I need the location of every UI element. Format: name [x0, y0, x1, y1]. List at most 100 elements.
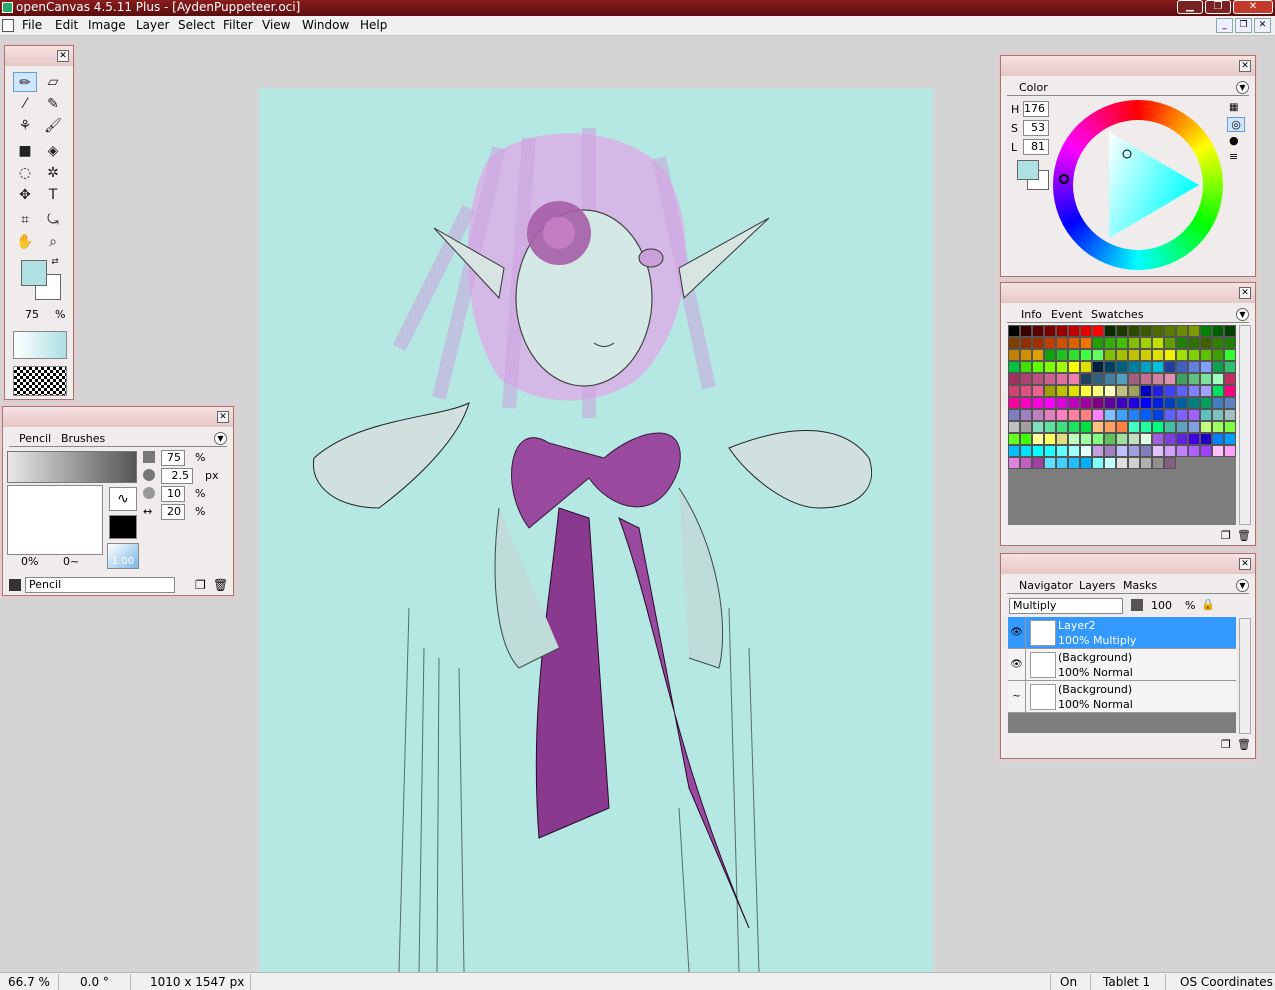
color-swatch[interactable]	[1008, 361, 1020, 373]
color-swatch[interactable]	[1224, 361, 1236, 373]
color-swatch[interactable]	[1044, 349, 1056, 361]
gradient-selector[interactable]	[13, 331, 67, 359]
color-swatch[interactable]	[1032, 373, 1044, 385]
color-swatch[interactable]	[1128, 445, 1140, 457]
menu-edit[interactable]: Edit	[55, 18, 78, 32]
color-panel-close-button[interactable]: ✕	[1239, 60, 1251, 72]
color-swatch[interactable]	[1176, 421, 1188, 433]
color-swatch[interactable]	[1092, 385, 1104, 397]
color-swatch[interactable]	[1200, 421, 1212, 433]
move-tool-icon[interactable]: ✥	[13, 185, 37, 205]
color-swatch[interactable]	[1020, 349, 1032, 361]
color-swatch[interactable]	[1056, 457, 1068, 469]
color-swatch[interactable]	[1008, 457, 1020, 469]
brush-name-field[interactable]: Pencil	[25, 577, 175, 593]
color-swatch[interactable]	[1116, 337, 1128, 349]
new-swatch-icon[interactable]: ❐	[1221, 529, 1231, 542]
color-swatch[interactable]	[1068, 409, 1080, 421]
layers-scrollbar[interactable]	[1239, 618, 1251, 734]
ring-mode-icon[interactable]: ◎	[1227, 117, 1245, 132]
color-swatch[interactable]	[1020, 337, 1032, 349]
color-swatch[interactable]	[1068, 421, 1080, 433]
tab-pencil[interactable]: Pencil	[19, 432, 51, 445]
color-swatch[interactable]	[1128, 457, 1140, 469]
color-swatch[interactable]	[1200, 409, 1212, 421]
color-swatch[interactable]	[1080, 445, 1092, 457]
color-swatch[interactable]	[1092, 457, 1104, 469]
color-swatch[interactable]	[1032, 361, 1044, 373]
color-swatch[interactable]	[1020, 361, 1032, 373]
color-swatch[interactable]	[1056, 361, 1068, 373]
lock-icon[interactable]: 🔒	[1201, 598, 1215, 611]
color-swatch[interactable]	[1140, 373, 1152, 385]
color-swatch[interactable]	[1032, 325, 1044, 337]
color-swatch[interactable]	[1128, 337, 1140, 349]
color-swatch[interactable]	[1128, 421, 1140, 433]
color-swatch[interactable]	[1200, 349, 1212, 361]
color-swatch[interactable]	[1152, 445, 1164, 457]
layer-opacity-value[interactable]: 100	[1151, 599, 1172, 612]
color-swatch[interactable]	[1164, 385, 1176, 397]
color-swatch[interactable]	[1188, 397, 1200, 409]
color-swatch[interactable]	[1140, 457, 1152, 469]
color-swatch[interactable]	[1092, 421, 1104, 433]
tab-event[interactable]: Event	[1051, 308, 1083, 321]
color-swatch[interactable]	[1020, 457, 1032, 469]
color-swatch[interactable]	[1140, 397, 1152, 409]
color-swatch[interactable]	[1128, 409, 1140, 421]
color-swatch[interactable]	[1152, 373, 1164, 385]
color-swatch[interactable]	[1020, 445, 1032, 457]
color-swatch[interactable]	[1080, 457, 1092, 469]
color-swatch[interactable]	[1104, 433, 1116, 445]
menu-image[interactable]: Image	[88, 18, 126, 32]
color-swatch[interactable]	[1104, 325, 1116, 337]
color-swatch[interactable]	[1044, 397, 1056, 409]
color-swatch[interactable]	[1092, 361, 1104, 373]
color-triangle[interactable]	[1073, 120, 1203, 250]
color-swatch[interactable]	[1140, 325, 1152, 337]
color-swatch[interactable]	[1080, 421, 1092, 433]
color-swatch[interactable]	[1080, 361, 1092, 373]
brush-panel-close-button[interactable]: ✕	[217, 411, 229, 423]
color-swatch[interactable]	[1212, 409, 1224, 421]
color-swatch[interactable]	[1104, 445, 1116, 457]
color-swatch[interactable]	[1176, 397, 1188, 409]
swatch-grid[interactable]	[1008, 325, 1236, 525]
color-swatch[interactable]	[1092, 325, 1104, 337]
color-swatch[interactable]	[1224, 445, 1236, 457]
brush-panel-menu-icon[interactable]: ▼	[214, 432, 227, 445]
color-swatch[interactable]	[1140, 433, 1152, 445]
color-swatch[interactable]	[1176, 337, 1188, 349]
color-swatch[interactable]	[1164, 421, 1176, 433]
color-swatch[interactable]	[1056, 433, 1068, 445]
color-swatch[interactable]	[1032, 445, 1044, 457]
tab-info[interactable]: Info	[1021, 308, 1042, 321]
color-swatch[interactable]	[1044, 421, 1056, 433]
layer-row-1[interactable]: 👁 (Background) 100% Normal	[1008, 649, 1236, 681]
color-swatch[interactable]	[1164, 397, 1176, 409]
color-swatch[interactable]	[1212, 349, 1224, 361]
color-swatch[interactable]	[1176, 433, 1188, 445]
color-swatch[interactable]	[1020, 385, 1032, 397]
color-swatch[interactable]	[1212, 433, 1224, 445]
brush-color-swatch[interactable]	[109, 515, 137, 539]
color-swatch[interactable]	[1092, 373, 1104, 385]
color-swatch[interactable]	[1092, 433, 1104, 445]
color-swatch[interactable]	[1212, 337, 1224, 349]
color-swatch[interactable]	[1068, 325, 1080, 337]
color-swatch[interactable]	[1032, 349, 1044, 361]
color-swatch[interactable]	[1008, 385, 1020, 397]
color-swatch[interactable]	[1176, 361, 1188, 373]
color-swatch[interactable]	[1020, 373, 1032, 385]
color-swatch[interactable]	[1188, 361, 1200, 373]
delete-swatch-icon[interactable]: 🗑	[1237, 529, 1251, 542]
fill-bucket-icon[interactable]: ◈	[41, 141, 65, 161]
color-swatch[interactable]	[1128, 361, 1140, 373]
color-swatch[interactable]	[1200, 385, 1212, 397]
new-layer-icon[interactable]: ❐	[1221, 738, 1231, 751]
toolbox-close-button[interactable]: ✕	[57, 50, 69, 62]
color-swatch[interactable]	[1224, 373, 1236, 385]
color-swatch[interactable]	[1008, 325, 1020, 337]
marker-tool-icon[interactable]: 🖌	[41, 116, 65, 136]
color-swatch[interactable]	[1044, 361, 1056, 373]
